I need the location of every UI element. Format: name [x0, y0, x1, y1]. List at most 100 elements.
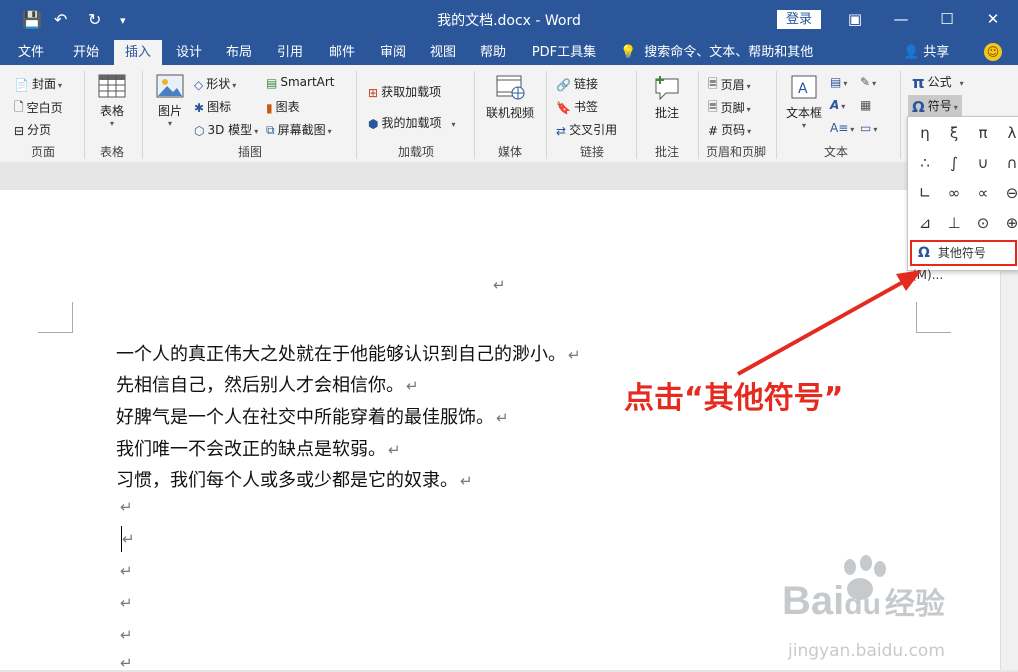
ribbon: 📄 封面 ▾ 🗋 空白页 ⊟ 分页 页面 表格 ▾ 表格 图片 ▾ ◇ 形状 ▾ ✱ 图标 [0, 65, 1018, 163]
smartart-button[interactable]: ▤ SmartArt [266, 75, 335, 90]
tab-design[interactable]: 设计 [168, 40, 210, 65]
tab-mailings[interactable]: 邮件 [320, 40, 364, 65]
empty-paragraph-mark: ↵ [120, 594, 133, 612]
group-text-label: 文本 [823, 145, 848, 159]
feedback-smiley-icon[interactable]: ☺ [984, 43, 1002, 61]
group-separator [636, 71, 637, 159]
document-paragraph[interactable]: 好脾气是一个人在社交中所能穿着的最佳服饰。 ↵ [116, 403, 509, 429]
cover-page-button[interactable]: 📄 封面 ▾ [14, 75, 62, 92]
shapes-button[interactable]: ◇ 形状 ▾ [194, 75, 236, 92]
document-paragraph[interactable]: 先相信自己，然后别人才会相信你。 ↵ [116, 371, 419, 397]
page-number-icon: # [708, 123, 719, 138]
tab-references[interactable]: 引用 [268, 40, 312, 65]
screenshot-label: 屏幕截图 [277, 123, 326, 137]
symbol-cell[interactable]: η [912, 120, 938, 146]
ribbon-tabs: 文件 开始 插入 设计 布局 引用 邮件 审阅 视图 帮助 PDF工具集 💡 搜索… [0, 40, 1018, 65]
login-button[interactable]: 登录 [777, 10, 821, 29]
3d-model-label: 3D 模型 [207, 123, 253, 137]
document-paragraph[interactable]: 一个人的真正伟大之处就在于他能够认识到自己的渺小。 ↵ [116, 340, 581, 366]
group-tables-label: 表格 [99, 145, 124, 159]
bookmark-button[interactable]: 🔖 书签 [556, 98, 598, 115]
symbol-cell[interactable]: ∞ [941, 180, 967, 206]
blank-page-button[interactable]: 🗋 空白页 [14, 98, 63, 119]
symbol-cell[interactable]: ⊙ [970, 210, 996, 236]
paragraph-mark: ↵ [460, 472, 473, 490]
equation-button[interactable]: π 公式 ▾ [912, 73, 964, 92]
footer-button[interactable]: 🗏 页脚 ▾ [708, 98, 751, 119]
signature-line-icon[interactable]: ✎ ▾ [860, 75, 876, 89]
page-number-button[interactable]: # 页码 ▾ [708, 121, 751, 138]
symbol-cell[interactable]: ∴ [912, 150, 938, 176]
symbol-cell[interactable]: ⊖ [999, 180, 1018, 206]
share-label: 共享 [923, 45, 950, 60]
quick-parts-icon[interactable]: ▤ ▾ [830, 75, 847, 89]
paragraph-mark: ↵ [496, 409, 509, 427]
tab-file[interactable]: 文件 [10, 40, 52, 65]
comment-button[interactable]: 批注 [646, 73, 688, 121]
screenshot-button[interactable]: ⧉ 屏幕截图 ▾ [266, 121, 332, 138]
text-box-button[interactable]: A 文本框 ▾ [784, 73, 824, 130]
tab-layout[interactable]: 布局 [218, 40, 260, 65]
symbol-cell[interactable]: λ [999, 120, 1018, 146]
header-button[interactable]: 🗏 页眉 ▾ [708, 75, 751, 96]
drop-cap-icon[interactable]: A≡ ▾ [830, 121, 854, 135]
header-paragraph-mark: ↵ [493, 276, 506, 294]
store-icon: ⊞ [368, 85, 379, 100]
paragraph-mark: ↵ [406, 377, 419, 395]
watermark-url: jingyan.baidu.com [788, 641, 945, 661]
cross-reference-button[interactable]: ⇄ 交叉引用 [556, 121, 617, 138]
more-symbols-menu-item[interactable]: Ω 其他符号(M)... [910, 240, 1017, 282]
symbol-cell[interactable]: ⊿ [912, 210, 938, 236]
symbol-cell[interactable]: ⊥ [941, 210, 967, 236]
tell-me-search[interactable]: 💡 搜索命令、文本、帮助和其他 [620, 40, 813, 65]
tab-view[interactable]: 视图 [422, 40, 464, 65]
symbol-cell[interactable]: ∪ [970, 150, 996, 176]
maximize-button[interactable]: ☐ [932, 7, 962, 31]
icons-label: 图标 [207, 100, 232, 114]
minimize-button[interactable]: — [886, 7, 916, 31]
get-addins-button[interactable]: ⊞ 获取加载项 [368, 83, 441, 100]
tab-pdf-tools[interactable]: PDF工具集 [524, 40, 604, 65]
my-addins-button[interactable]: ⬢ 我的加载项 ▾ [368, 114, 456, 131]
symbol-cell[interactable]: ∝ [970, 180, 996, 206]
page-break-button[interactable]: ⊟ 分页 [14, 121, 51, 138]
ribbon-display-options-icon[interactable]: ▣ [840, 7, 870, 31]
picture-icon [156, 74, 184, 98]
symbol-cell[interactable]: ξ [941, 120, 967, 146]
annotation-text: 点击“其他符号” [624, 381, 844, 416]
icons-button[interactable]: ✱ 图标 [194, 98, 231, 115]
symbol-cell[interactable]: ∫ [941, 150, 967, 176]
document-paragraph[interactable]: 我们唯一不会改正的缺点是软弱。 ↵ [116, 435, 401, 461]
tab-review[interactable]: 审阅 [372, 40, 414, 65]
3d-model-button[interactable]: ⬡ 3D 模型 ▾ [194, 121, 258, 138]
addins-icon: ⬢ [368, 116, 379, 131]
paragraph-text: 好脾气是一个人在社交中所能穿着的最佳服饰。 [116, 407, 494, 428]
close-button[interactable]: ✕ [978, 7, 1008, 31]
tab-insert[interactable]: 插入 [114, 40, 162, 65]
table-button[interactable]: 表格 ▾ [94, 73, 130, 128]
watermark-logo-text-2: du [844, 588, 881, 621]
chart-button[interactable]: ▮ 图表 [266, 98, 300, 115]
tab-help[interactable]: 帮助 [472, 40, 514, 65]
symbol-cell[interactable]: ∟ [912, 180, 938, 206]
online-video-button[interactable]: 联机视频 [484, 73, 536, 121]
symbol-button[interactable]: Ω 符号 ▾ [908, 95, 962, 118]
symbol-cell[interactable]: ∩ [999, 150, 1018, 176]
group-pages-label: 页面 [30, 145, 55, 159]
comment-label: 批注 [654, 106, 679, 120]
symbol-label: 符号 [927, 99, 952, 113]
smartart-icon: ▤ [266, 75, 278, 90]
symbol-cell[interactable]: ⊕ [999, 210, 1018, 236]
share-button[interactable]: 👤 共享 [903, 40, 949, 65]
table-icon [98, 74, 126, 98]
symbol-cell[interactable]: π [970, 120, 996, 146]
header-label: 页眉 [720, 78, 745, 92]
tab-home[interactable]: 开始 [64, 40, 108, 65]
picture-button[interactable]: 图片 ▾ [152, 73, 188, 128]
watermark-brand: 经验 [884, 588, 945, 621]
object-icon[interactable]: ▭ ▾ [860, 121, 877, 135]
document-paragraph[interactable]: 习惯，我们每个人或多或少都是它的奴隶。 ↵ [116, 466, 473, 492]
wordart-icon[interactable]: A ▾ [830, 98, 845, 112]
date-time-icon[interactable]: ▦ [860, 98, 871, 112]
link-button[interactable]: 🔗 链接 [556, 75, 598, 92]
